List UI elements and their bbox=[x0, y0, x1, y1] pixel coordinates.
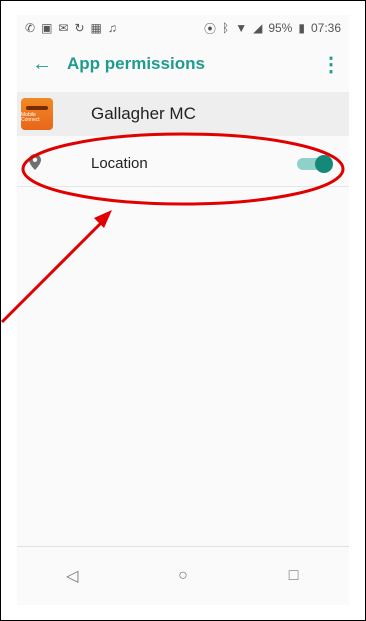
app-logo: Mobile Connect bbox=[21, 98, 53, 130]
notification-icon: ✉ bbox=[58, 21, 69, 35]
annotation-arrow bbox=[0, 210, 112, 324]
battery-percent: 95% bbox=[268, 21, 293, 35]
navigation-bar: ◁ ○ □ bbox=[17, 546, 349, 605]
notification-icon: ▣ bbox=[41, 21, 53, 35]
nav-recents-button[interactable]: □ bbox=[274, 567, 314, 585]
nav-back-button[interactable]: ◁ bbox=[52, 566, 92, 586]
back-arrow-icon[interactable]: ← bbox=[17, 53, 67, 76]
app-logo-text: Mobile Connect bbox=[21, 111, 40, 123]
app-name: Gallagher MC bbox=[91, 104, 196, 123]
notification-icon: ✆ bbox=[25, 21, 36, 35]
app-header-row: Mobile Connect Gallagher MC bbox=[17, 92, 349, 136]
wifi-icon: ▼ bbox=[235, 21, 248, 35]
signal-icon: ◢ bbox=[253, 21, 263, 35]
notification-icon: ▦ bbox=[90, 21, 102, 35]
annotation-ellipse bbox=[21, 132, 345, 206]
status-bar: ✆ ▣ ✉ ↻ ▦ ♫ ⦿ ᛒ ▼ ◢ 95% ▮ 07:36 bbox=[17, 15, 349, 41]
notification-icon: ↻ bbox=[74, 21, 85, 35]
nav-home-button[interactable]: ○ bbox=[163, 567, 203, 585]
status-icons-left: ✆ ▣ ✉ ↻ ▦ ♫ bbox=[25, 21, 117, 35]
location-status-icon: ⦿ bbox=[203, 21, 216, 36]
more-options-icon[interactable]: ⋮ bbox=[313, 52, 349, 77]
page-title: App permissions bbox=[67, 54, 205, 73]
app-bar: ← App permissions ⋮ bbox=[17, 41, 349, 87]
status-icons-right: ⦿ ᛒ ▼ ◢ 95% ▮ 07:36 bbox=[204, 20, 341, 37]
bluetooth-icon: ᛒ bbox=[222, 21, 230, 35]
battery-icon: ▮ bbox=[298, 21, 305, 35]
gallagher-logo-mark bbox=[26, 105, 48, 110]
clock: 07:36 bbox=[310, 21, 341, 35]
notification-icon: ♫ bbox=[107, 21, 117, 35]
